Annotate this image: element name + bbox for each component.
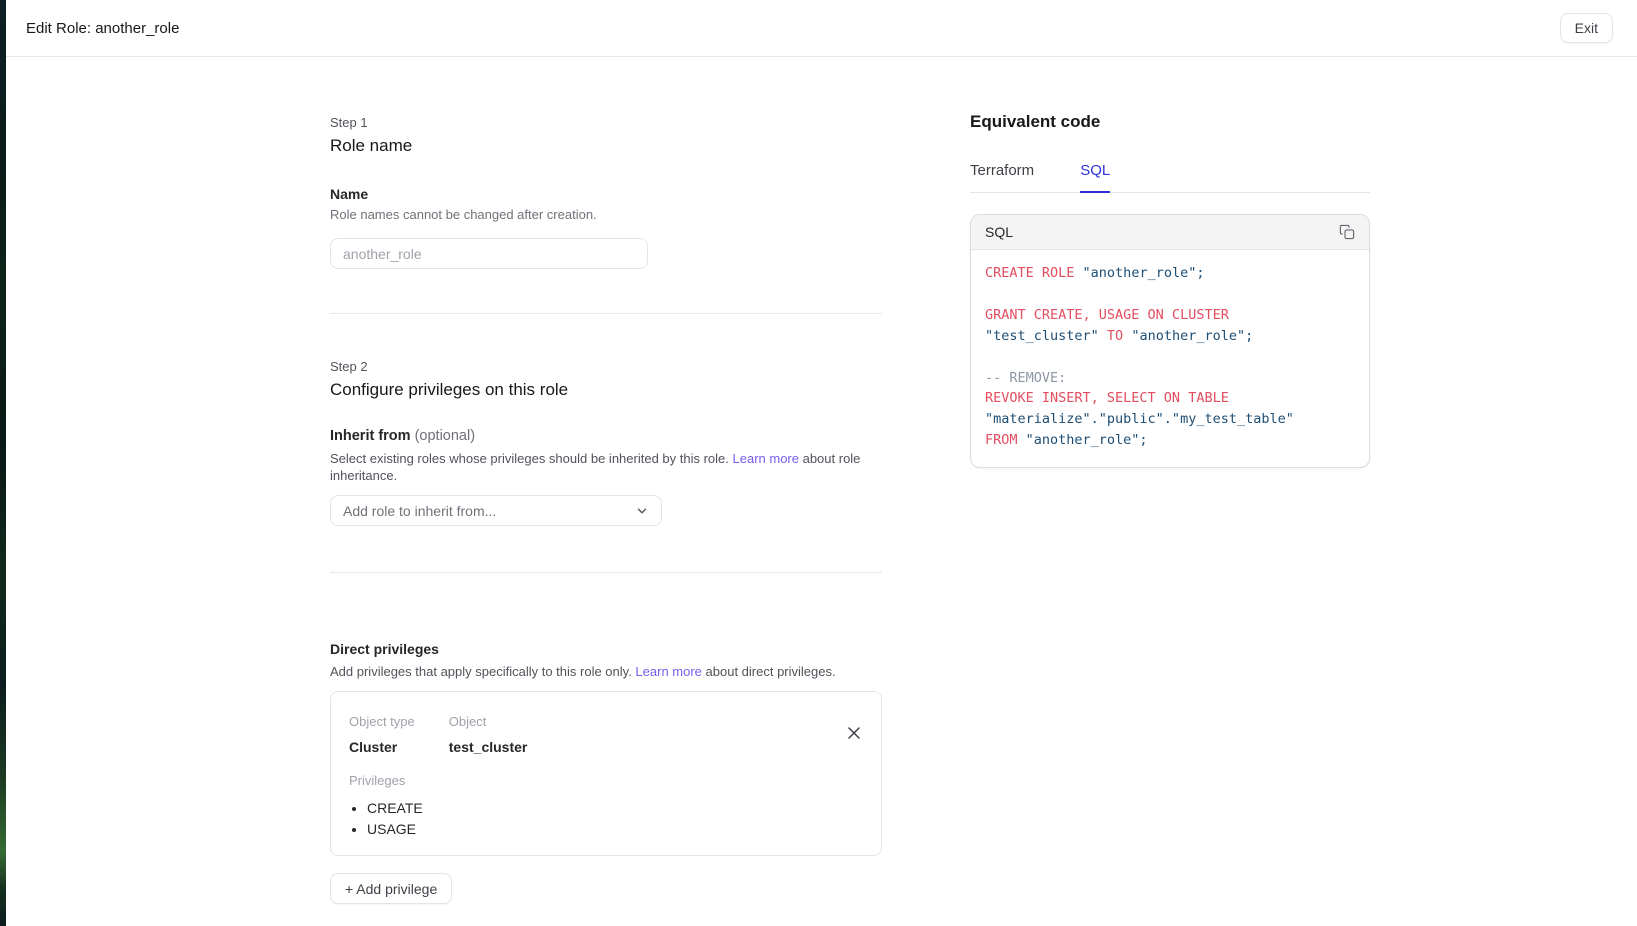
privilege-card: Object type Cluster Object test_cluster …	[330, 691, 882, 856]
code-column: Equivalent code Terraform SQL SQL CREATE …	[970, 57, 1370, 468]
inherit-from-label: Inherit from (optional)	[330, 428, 882, 444]
code-line: FROM "another_role";	[985, 430, 1355, 451]
equivalent-code-title: Equivalent code	[970, 112, 1370, 132]
object-type-value: Cluster	[349, 739, 415, 755]
tab-sql[interactable]: SQL	[1080, 162, 1110, 193]
object-label: Object	[449, 714, 528, 729]
object-column: Object test_cluster	[449, 714, 528, 755]
remove-privilege-button[interactable]	[845, 724, 863, 742]
learn-more-link-privileges[interactable]: Learn more	[635, 664, 701, 679]
code-line: -- REMOVE:	[985, 368, 1355, 389]
inherit-role-select-placeholder: Add role to inherit from...	[343, 503, 496, 519]
privilege-item: USAGE	[367, 819, 861, 840]
chevron-down-icon	[635, 504, 649, 518]
name-help: Role names cannot be changed after creat…	[330, 206, 882, 223]
add-privilege-button[interactable]: + Add privilege	[330, 873, 452, 904]
copy-icon	[1339, 224, 1355, 240]
object-type-label: Object type	[349, 714, 415, 729]
inherit-description: Select existing roles whose privileges s…	[330, 450, 875, 484]
sql-code-panel: SQL CREATE ROLE "another_role"; GRANT CR…	[970, 214, 1370, 468]
step1-title: Role name	[330, 136, 882, 156]
privileges-label: Privileges	[349, 773, 861, 788]
code-tabs: Terraform SQL	[970, 162, 1370, 193]
topbar: Edit Role: another_role Exit	[6, 0, 1637, 57]
direct-privileges-label: Direct privileges	[330, 641, 882, 657]
optional-suffix: (optional)	[411, 428, 475, 444]
direct-desc-before: Add privileges that apply specifically t…	[330, 664, 635, 679]
code-line: CREATE ROLE "another_role";	[985, 263, 1355, 284]
privileges-list: CREATEUSAGE	[349, 798, 861, 839]
code-line	[985, 284, 1355, 305]
role-name-input[interactable]	[330, 238, 648, 269]
object-type-column: Object type Cluster	[349, 714, 415, 755]
code-line: REVOKE INSERT, SELECT ON TABLE	[985, 388, 1355, 409]
sql-code-panel-header: SQL	[971, 215, 1369, 250]
direct-privileges-description: Add privileges that apply specifically t…	[330, 663, 882, 680]
close-icon	[848, 727, 860, 739]
name-label: Name	[330, 186, 882, 202]
inherit-role-select[interactable]: Add role to inherit from...	[330, 495, 662, 526]
section-divider	[330, 313, 882, 314]
inherit-desc-before: Select existing roles whose privileges s…	[330, 451, 733, 466]
section-divider	[330, 572, 882, 573]
step2-title: Configure privileges on this role	[330, 380, 882, 400]
step2-eyebrow: Step 2	[330, 359, 882, 374]
object-value: test_cluster	[449, 739, 528, 755]
copy-code-button[interactable]	[1337, 222, 1357, 242]
code-line: "test_cluster" TO "another_role";	[985, 326, 1355, 347]
tab-terraform[interactable]: Terraform	[970, 162, 1034, 193]
inherit-from-label-text: Inherit from	[330, 428, 411, 444]
direct-desc-after: about direct privileges.	[702, 664, 836, 679]
form-column: Step 1 Role name Name Role names cannot …	[330, 57, 882, 904]
step1-eyebrow: Step 1	[330, 115, 882, 130]
page-title: Edit Role: another_role	[26, 20, 179, 37]
privilege-card-columns: Object type Cluster Object test_cluster	[349, 714, 861, 755]
exit-button[interactable]: Exit	[1560, 13, 1613, 43]
code-line: GRANT CREATE, USAGE ON CLUSTER	[985, 305, 1355, 326]
main-content: Step 1 Role name Name Role names cannot …	[6, 57, 1637, 926]
code-line	[985, 347, 1355, 368]
sql-code-panel-title: SQL	[985, 224, 1013, 240]
edit-role-page: Edit Role: another_role Exit Step 1 Role…	[6, 0, 1637, 926]
privilege-item: CREATE	[367, 798, 861, 819]
learn-more-link-inheritance[interactable]: Learn more	[733, 451, 799, 466]
code-line: "materialize"."public"."my_test_table"	[985, 409, 1355, 430]
sql-code: CREATE ROLE "another_role"; GRANT CREATE…	[971, 250, 1369, 467]
